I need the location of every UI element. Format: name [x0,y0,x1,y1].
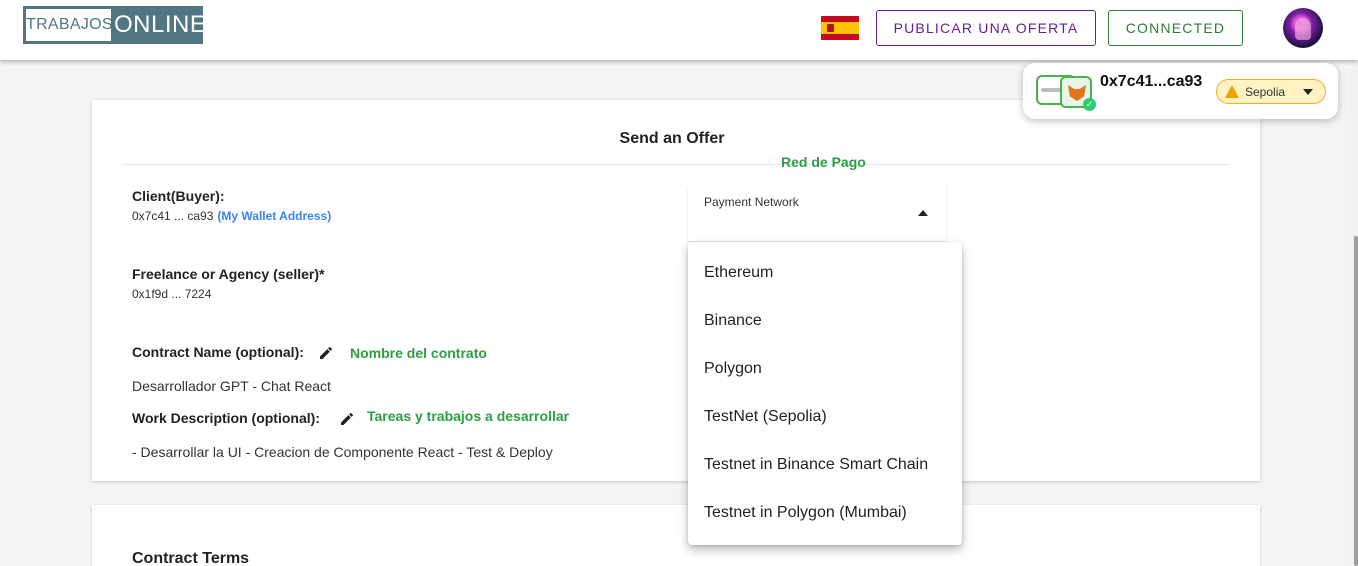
logo-text-trabajos: TRABAJOS [26,9,113,41]
caret-up-icon [918,210,928,216]
edit-contract-name-icon[interactable] [318,345,334,361]
spain-flag-icon[interactable] [821,16,859,40]
user-avatar[interactable] [1283,8,1323,48]
client-address: 0x7c41 ... ca93 (My Wallet Address) [132,209,331,223]
menu-item-testnet-mumbai[interactable]: Testnet in Polygon (Mumbai) [688,489,962,537]
menu-item-ethereum[interactable]: Ethereum [688,249,962,297]
client-label: Client(Buyer): [132,188,225,204]
top-header: TRABAJOS ONLINE PUBLICAR UNA OFERTA CONN… [0,0,1358,60]
wallet-address: 0x7c41...ca93 [1100,73,1203,90]
menu-item-polygon[interactable]: Polygon [688,345,962,393]
title-divider [122,164,1229,165]
connected-button[interactable]: CONNECTED [1108,10,1243,46]
form-title: Send an Offer [619,130,725,147]
contract-name-label: Contract Name (optional): [132,344,304,360]
work-description-hint: Tareas y trabajos a desarrollar [367,408,570,424]
edit-work-description-icon[interactable] [339,411,355,427]
menu-item-binance[interactable]: Binance [688,297,962,345]
contract-terms-title: Contract Terms [132,550,250,566]
logo-text-online: ONLINE [114,11,207,38]
work-description-value[interactable]: - Desarrollar la UI - Creacion de Compon… [132,444,553,460]
payment-network-select-label: Payment Network [704,195,799,209]
contract-terms-card: Contract Terms [92,505,1260,566]
warning-icon [1225,85,1239,98]
seller-label: Freelance or Agency (seller)* [132,266,325,282]
payment-network-select[interactable]: Payment Network [688,185,946,241]
connected-check-icon: ✓ [1083,98,1096,111]
menu-item-testnet-bsc[interactable]: Testnet in Binance Smart Chain [688,441,962,489]
offer-form-card: Send an Offer Red de Pago Client(Buyer):… [92,100,1260,481]
site-logo[interactable]: TRABAJOS ONLINE [23,6,207,44]
publish-offer-button[interactable]: PUBLICAR UNA OFERTA [876,10,1096,46]
network-label: Sepolia [1245,85,1286,99]
network-selector[interactable]: Sepolia [1216,79,1326,104]
payment-network-menu: Ethereum Binance Polygon TestNet (Sepoli… [688,242,962,545]
seller-address: 0x1f9d ... 7224 [132,287,212,301]
scrollbar-thumb[interactable] [1354,236,1358,566]
payment-network-hint: Red de Pago [781,154,866,170]
menu-item-testnet-sepolia[interactable]: TestNet (Sepolia) [688,393,962,441]
client-address-value: 0x7c41 ... ca93 [132,209,214,223]
caret-down-icon [1303,89,1313,95]
work-description-label: Work Description (optional): [132,410,320,426]
wallet-popup: ✓ 0x7c41...ca93 Sepolia [1023,63,1338,119]
my-wallet-hint: (My Wallet Address) [217,209,332,223]
contract-name-value[interactable]: Desarrollador GPT - Chat React [132,378,331,394]
contract-name-hint: Nombre del contrato [350,345,487,361]
